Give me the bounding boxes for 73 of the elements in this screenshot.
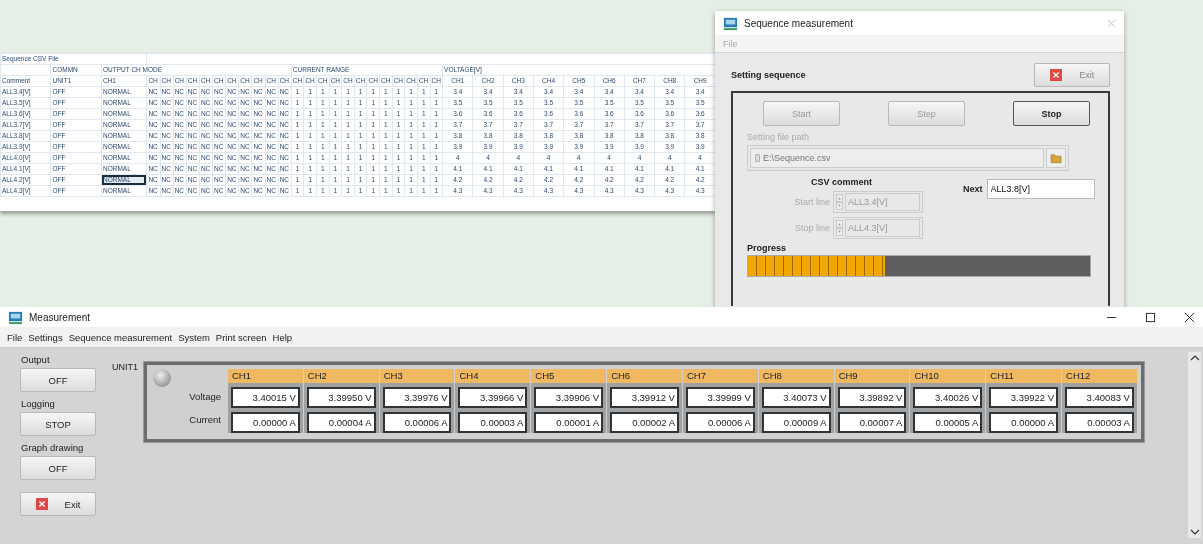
control-label: Graph drawing — [21, 442, 85, 453]
exit-button[interactable]: Exit — [20, 492, 96, 516]
vertical-scrollbar[interactable] — [1188, 352, 1201, 538]
channel-header: CH7 — [682, 369, 758, 383]
current-reading: 0.00006 A — [382, 412, 452, 433]
voltage-reading: 3.39976 V — [382, 387, 452, 408]
current-reading: 0.00000 A — [989, 412, 1059, 433]
voltage-reading: 3.39950 V — [306, 387, 376, 408]
maximize-icon[interactable] — [1145, 311, 1156, 323]
voltage-reading: 3.40026 V — [913, 387, 983, 408]
voltage-reading: 3.39906 V — [534, 387, 604, 408]
section-label: CSV comment — [811, 177, 873, 187]
row-label: Current — [189, 413, 221, 427]
current-reading: 0.00001 A — [534, 412, 604, 433]
progress-label: Progress — [747, 243, 788, 253]
toggle-button[interactable]: OFF — [20, 368, 96, 392]
current-reading: 0.00004 A — [306, 412, 376, 433]
channel-header: CH6 — [607, 369, 682, 383]
current-reading: 0.00003 A — [1065, 412, 1134, 433]
current-reading: 0.00007 A — [837, 412, 907, 433]
folder-icon — [1049, 152, 1063, 164]
sequence-button[interactable]: Stop — [1013, 101, 1090, 126]
voltage-reading: 3.39892 V — [837, 387, 907, 408]
current-reading: 0.00005 A — [913, 412, 983, 433]
channel-header: CH8 — [758, 369, 834, 383]
close-icon[interactable] — [1184, 311, 1195, 323]
channel-header: CH4 — [455, 369, 531, 383]
voltage-reading: 3.40083 V — [1065, 387, 1134, 408]
menu-item[interactable]: Sequence measurement — [65, 331, 176, 343]
app-icon — [8, 309, 23, 325]
voltage-reading: 3.40073 V — [761, 387, 831, 408]
menu-item[interactable]: Print screen — [212, 331, 270, 343]
scroll-down-icon[interactable] — [1189, 528, 1200, 536]
channel-header: CH1 — [228, 369, 303, 383]
channel-header: CH3 — [379, 369, 455, 383]
channel-header: CH9 — [834, 369, 910, 383]
voltage-reading: 3.39999 V — [685, 387, 755, 408]
current-reading: 0.00006 A — [685, 412, 755, 433]
app-icon — [723, 15, 738, 31]
file-icon — [755, 153, 761, 163]
field-label: Next — [963, 184, 983, 194]
spinner-arrows-icon — [836, 220, 843, 236]
close-icon — [35, 498, 48, 510]
toggle-button[interactable]: STOP — [20, 412, 96, 436]
current-reading: 0.00002 A — [610, 412, 679, 433]
control-label: Output — [21, 354, 51, 365]
scroll-up-icon[interactable] — [1189, 354, 1200, 362]
current-reading: 0.00000 A — [231, 412, 300, 433]
current-reading: 0.00003 A — [458, 412, 528, 433]
row-label: Voltage — [189, 390, 221, 404]
voltage-reading: 3.39912 V — [610, 387, 679, 408]
toggle-button[interactable]: OFF — [20, 456, 96, 480]
menu-item[interactable]: File — [4, 331, 26, 343]
control-label: Logging — [21, 398, 56, 409]
voltage-reading: 3.39966 V — [458, 387, 528, 408]
unit-label: UNIT1 — [112, 362, 139, 374]
voltage-reading: 3.40015 V — [231, 387, 300, 408]
voltage-reading: 3.39922 V — [989, 387, 1059, 408]
channel-header: CH5 — [531, 369, 607, 383]
spinner-arrows-icon — [836, 194, 843, 210]
next-field[interactable]: ALL3.8[V] — [986, 179, 1095, 199]
channel-header: CH10 — [910, 369, 986, 383]
section-label: Setting sequence — [731, 70, 806, 80]
channel-header: CH11 — [986, 369, 1062, 383]
channel-header: CH12 — [1062, 369, 1137, 383]
channel-header: CH2 — [303, 369, 379, 383]
current-reading: 0.00009 A — [761, 412, 831, 433]
menu-item[interactable]: Settings — [25, 331, 66, 343]
menu-item[interactable]: System — [175, 331, 213, 343]
menu-item[interactable]: Help — [269, 331, 296, 343]
window-title: Measurement — [29, 311, 91, 323]
window-title: Sequence measurement — [744, 17, 853, 29]
close-icon — [1049, 69, 1062, 81]
